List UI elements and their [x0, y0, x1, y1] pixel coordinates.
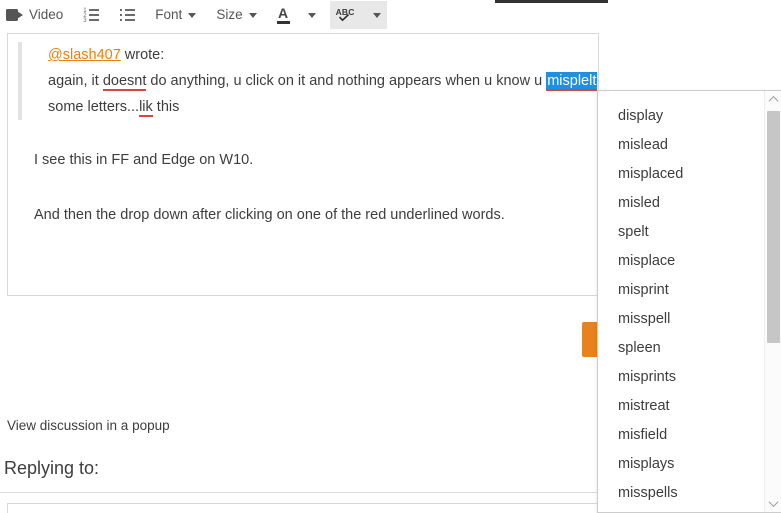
size-dropdown-button[interactable]: Size [210, 1, 262, 29]
chevron-down-icon [307, 12, 316, 18]
quote-line-2-part-a: some letters... [48, 99, 140, 115]
replying-to-heading: Replying to: [4, 458, 100, 478]
suggestion-item[interactable]: spleen [598, 334, 754, 363]
suggestion-item[interactable]: misprint [598, 276, 754, 305]
editor-toolbar: Video 1 2 3 Font Size A ABC [0, 0, 420, 30]
scroll-up-button[interactable] [765, 91, 781, 108]
video-button[interactable]: Video [0, 1, 69, 29]
suggestion-list: display mislead misplaced misled spelt mispla… [598, 91, 754, 512]
suggestion-item[interactable]: misplace [598, 247, 754, 276]
mention-link[interactable]: @slash407 [48, 47, 121, 63]
video-button-label: Video [29, 7, 64, 23]
suggestion-item[interactable]: mislead [598, 131, 754, 160]
numbered-list-button[interactable]: 1 2 3 [77, 1, 105, 29]
suggestion-item[interactable]: misspells [598, 479, 754, 508]
rich-text-editor[interactable]: @slash407 wrote: again, it doesnt do any… [7, 33, 599, 296]
font-color-a-icon: A [276, 5, 290, 24]
scroll-down-button[interactable] [765, 495, 781, 512]
bulleted-list-button[interactable] [113, 1, 141, 29]
bulleted-list-icon [119, 8, 136, 22]
chevron-down-icon [248, 12, 257, 18]
quote-line-1: again, it doesnt do anything, u click on… [48, 68, 598, 94]
suggestion-item[interactable]: misspell [598, 305, 754, 334]
spellcheck-suggestions-dropdown[interactable]: display mislead misplaced misled spelt mispla… [597, 90, 781, 513]
suggestion-item[interactable]: mistreat [598, 392, 754, 421]
quote-line-2-part-b: this [152, 99, 180, 115]
suggestion-item[interactable]: spelt [598, 218, 754, 247]
quote-line-1-part-b: do anything, u click on it and nothing a… [146, 73, 547, 89]
suggestion-item[interactable]: misfield [598, 421, 754, 450]
quoted-block: @slash407 wrote: again, it doesnt do any… [18, 42, 598, 120]
section-divider [0, 492, 612, 493]
misspelled-word-lik[interactable]: lik [139, 99, 153, 117]
suggestion-item[interactable]: misplaced [598, 160, 754, 189]
app-screen: Video 1 2 3 Font Size A ABC @slash407 wr… [0, 0, 781, 513]
video-camera-icon [6, 9, 23, 21]
numbered-list-icon: 1 2 3 [83, 8, 100, 24]
quote-attribution-line: @slash407 wrote: [48, 42, 588, 68]
font-color-glyph: A [278, 5, 289, 21]
chevron-up-icon [768, 95, 779, 106]
misspelled-word-doesnt[interactable]: doesnt [102, 73, 147, 91]
reply-input[interactable] [7, 503, 599, 513]
chevron-down-icon [768, 497, 779, 508]
checkmark-icon [338, 13, 349, 21]
top-dark-bar [495, 0, 608, 3]
quote-line-2: some letters...lik this [48, 94, 588, 120]
suggestion-item[interactable]: misprints [598, 363, 754, 392]
quote-line-1-part-a: again, it [48, 73, 103, 89]
editor-body-line-1: I see this in FF and Edge on W10. [34, 152, 254, 168]
view-discussion-popup-link[interactable]: View discussion in a popup [7, 418, 170, 433]
font-dropdown-button[interactable]: Font [149, 1, 202, 29]
spellcheck-button[interactable]: ABC [329, 1, 361, 29]
selected-misspelled-word[interactable]: misplelt [546, 72, 598, 91]
dropdown-scrollbar[interactable] [764, 91, 781, 512]
font-dropdown-label: Font [155, 7, 183, 23]
suggestion-item[interactable]: display [598, 102, 754, 131]
font-color-dropdown-button[interactable] [296, 1, 322, 29]
suggestion-item[interactable]: misplays [598, 450, 754, 479]
editor-body-line-2: And then the drop down after clicking on… [34, 207, 505, 223]
font-color-button[interactable]: A [271, 1, 296, 29]
spellcheck-dropdown-button[interactable] [360, 1, 387, 29]
suggestion-item[interactable]: misled [598, 189, 754, 218]
spellcheck-abc-check-icon: ABC [336, 7, 355, 24]
quote-wrote-suffix: wrote: [120, 47, 165, 63]
size-dropdown-label: Size [216, 7, 243, 23]
chevron-down-icon [372, 12, 381, 18]
scrollbar-thumb[interactable] [767, 111, 780, 343]
chevron-down-icon [188, 12, 197, 18]
